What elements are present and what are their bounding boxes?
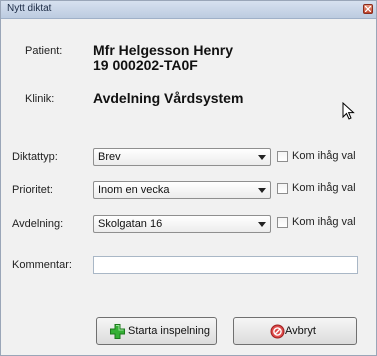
patient-label: Patient: (25, 45, 63, 57)
remember-dictation-type-checkbox[interactable] (277, 151, 288, 162)
green-plus-icon (110, 324, 125, 339)
department-value: Skolgatan 16 (98, 218, 163, 230)
priority-value: Inom en vecka (98, 184, 170, 196)
chevron-down-icon[interactable] (258, 222, 266, 227)
remember-department-checkbox[interactable] (277, 217, 288, 228)
comment-input[interactable] (93, 256, 358, 274)
comment-label: Kommentar: (12, 259, 72, 271)
dictation-type-select[interactable]: Brev (93, 148, 271, 166)
remember-priority-label[interactable]: Kom ihåg val (292, 182, 356, 194)
patient-name: Mfr Helgesson Henry (93, 42, 234, 58)
dictation-type-value: Brev (98, 151, 121, 163)
start-recording-label: Starta inspelning (128, 325, 210, 337)
department-select[interactable]: Skolgatan 16 (93, 215, 271, 233)
remember-department-label[interactable]: Kom ihåg val (292, 216, 356, 228)
remember-priority-checkbox[interactable] (277, 183, 288, 194)
clinic-label: Klinik: (25, 93, 55, 105)
close-icon[interactable] (363, 4, 373, 14)
patient-id: 19 000202-TA0F (93, 57, 198, 73)
title-bar[interactable]: Nytt diktat (1, 1, 376, 19)
chevron-down-icon[interactable] (258, 155, 266, 160)
window-title: Nytt diktat (7, 3, 52, 14)
clinic-value: Avdelning Vårdsystem (93, 90, 244, 106)
start-recording-button[interactable]: Starta inspelning (96, 317, 217, 345)
priority-select[interactable]: Inom en vecka (93, 181, 271, 199)
chevron-down-icon[interactable] (258, 188, 266, 193)
new-dictation-dialog: Nytt diktat Patient: Mfr Helgesson Henry… (0, 0, 377, 356)
cancel-button[interactable]: Avbryt (233, 317, 357, 345)
mouse-cursor-icon (342, 102, 355, 120)
cancel-icon (270, 324, 285, 339)
priority-label: Prioritet: (12, 184, 53, 196)
remember-dictation-type-label[interactable]: Kom ihåg val (292, 150, 356, 162)
dictation-type-label: Diktattyp: (12, 151, 58, 163)
department-label: Avdelning: (12, 218, 64, 230)
cancel-label: Avbryt (285, 325, 316, 337)
